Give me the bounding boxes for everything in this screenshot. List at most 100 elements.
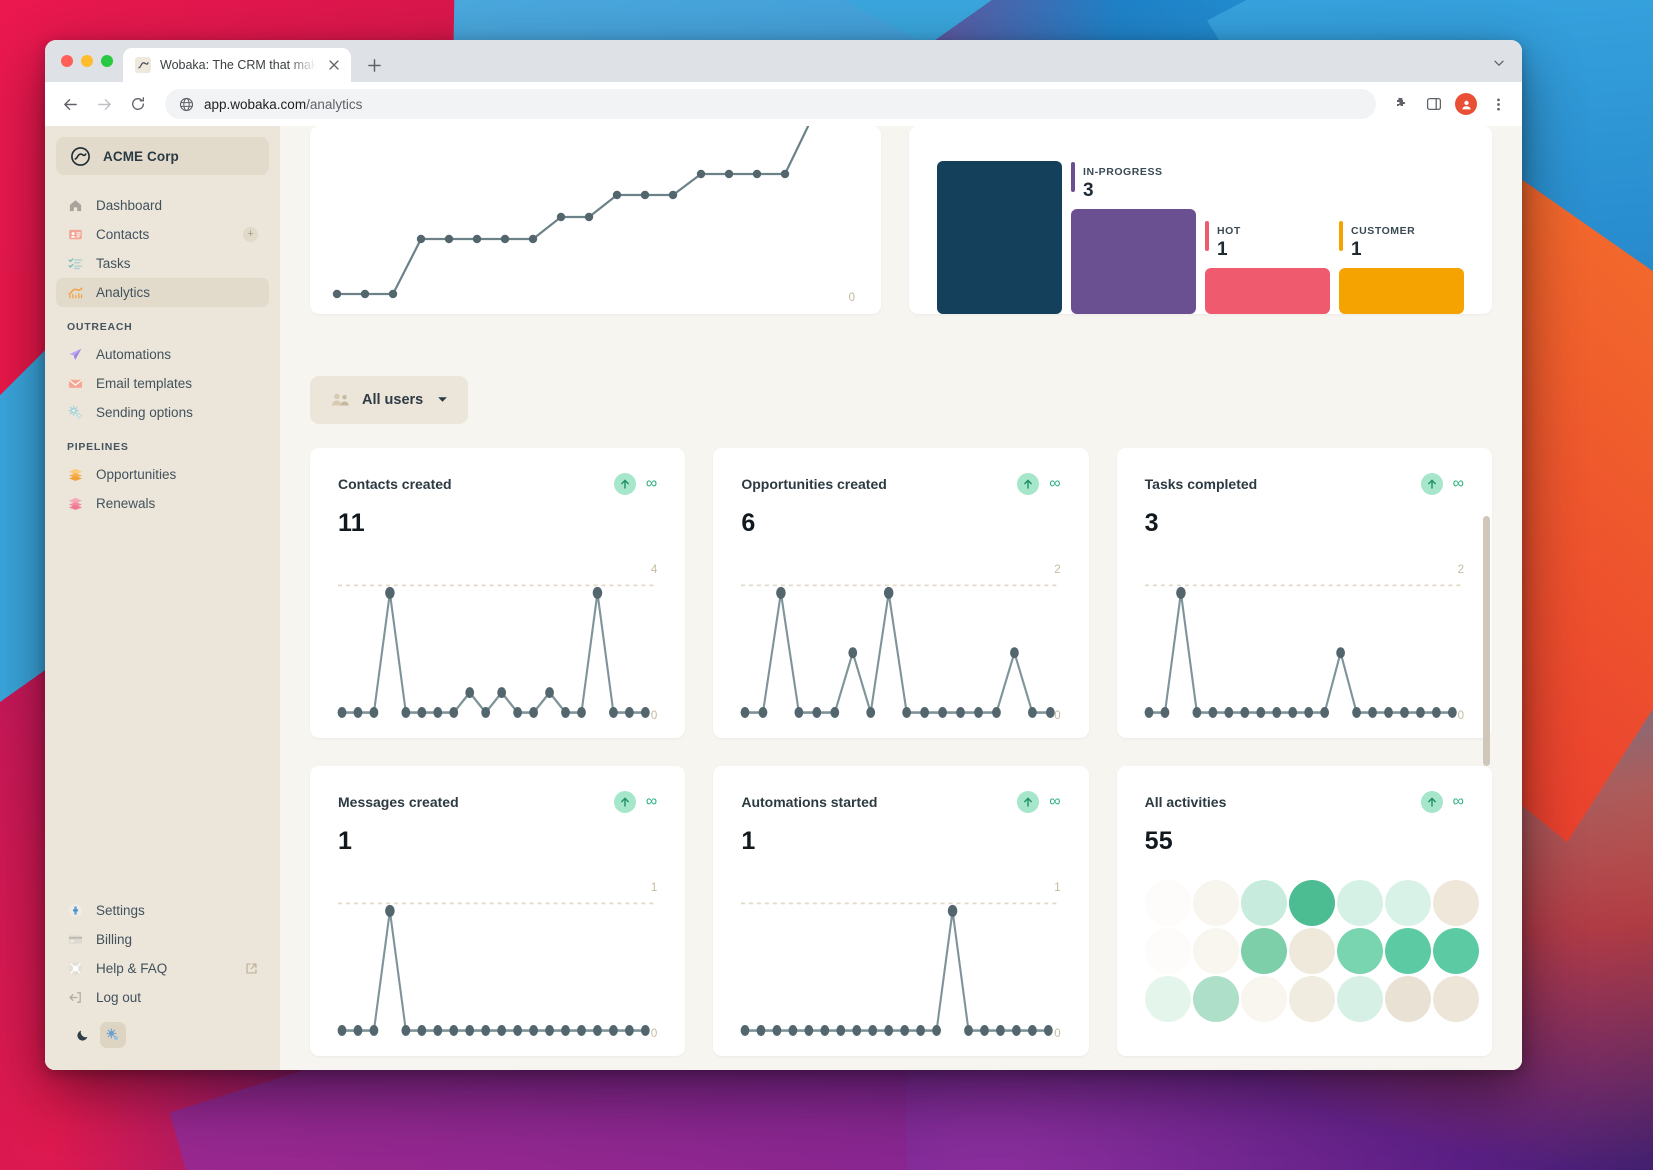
side-panel-icon[interactable] (1420, 90, 1448, 118)
pipeline-stage[interactable] (937, 126, 1062, 314)
sidebar-item-sending-options[interactable]: Sending options (56, 398, 269, 427)
stat-card-title: Contacts created (338, 476, 452, 492)
infinity-icon[interactable]: ∞ (1049, 794, 1060, 810)
contact-card-icon (67, 227, 83, 243)
org-name: ACME Corp (103, 148, 179, 164)
activity-heatmap-cell[interactable] (1336, 976, 1383, 1022)
sidebar-item-tasks[interactable]: Tasks (56, 249, 269, 278)
minimize-window-button[interactable] (81, 55, 93, 67)
infinity-icon[interactable]: ∞ (646, 794, 657, 810)
sidebar-item-dashboard[interactable]: Dashboard (56, 191, 269, 220)
content-scrollbar[interactable] (1483, 516, 1490, 766)
stage-value: 1 (1351, 239, 1362, 261)
arrow-up-icon[interactable] (613, 473, 636, 495)
activity-heatmap-cell[interactable] (1240, 928, 1287, 974)
close-icon[interactable] (325, 56, 343, 74)
stage-value: 3 (1083, 180, 1094, 202)
moon-icon[interactable] (70, 1022, 96, 1048)
activity-heatmap-cell[interactable] (1432, 880, 1479, 926)
activity-heatmap-cell[interactable] (1336, 880, 1383, 926)
infinity-icon[interactable]: ∞ (1453, 794, 1464, 810)
theme-auto-icon[interactable] (100, 1022, 126, 1048)
profile-avatar-icon[interactable] (1455, 93, 1477, 115)
reload-icon[interactable] (123, 89, 153, 119)
activity-heatmap-cell[interactable] (1192, 976, 1239, 1022)
users-group-icon (330, 392, 350, 408)
sidebar-nav-main: Dashboard Contacts + Tasks Analytics (56, 191, 269, 307)
infinity-icon[interactable]: ∞ (646, 476, 657, 492)
puzzle-icon[interactable] (1388, 90, 1416, 118)
activity-heatmap-cell[interactable] (1144, 880, 1191, 926)
sidebar-item-contacts[interactable]: Contacts + (56, 220, 269, 249)
sidebar-item-label: Help & FAQ (96, 961, 168, 976)
logout-icon (67, 990, 83, 1006)
activity-heatmap-cell[interactable] (1288, 928, 1335, 974)
activity-heatmap-cell[interactable] (1432, 928, 1479, 974)
sidebar-item-automations[interactable]: Automations (56, 340, 269, 369)
sidebar-item-opportunities[interactable]: Opportunities (56, 460, 269, 489)
sidebar-item-settings[interactable]: Settings (56, 896, 269, 925)
activity-heatmap-cell[interactable] (1384, 976, 1431, 1022)
sidebar-item-billing[interactable]: Billing (56, 925, 269, 954)
stat-card-header: Contacts created ∞ (338, 473, 657, 495)
activity-heatmap-cell[interactable] (1144, 928, 1191, 974)
all-users-filter-dropdown[interactable]: All users (310, 376, 469, 424)
sidebar-item-help-faq[interactable]: Help & FAQ (56, 954, 269, 983)
sidebar-item-label: Dashboard (96, 198, 163, 213)
stat-card-actions: ∞ (613, 473, 657, 495)
infinity-icon[interactable]: ∞ (1453, 476, 1464, 492)
stage-label: CUSTOMER (1351, 225, 1416, 238)
stage-color-mark (1205, 221, 1209, 252)
org-switcher[interactable]: ACME Corp (56, 137, 269, 175)
activity-heatmap-cell[interactable] (1192, 928, 1239, 974)
infinity-icon[interactable]: ∞ (1049, 476, 1060, 492)
sidebar-item-log-out[interactable]: Log out (56, 983, 269, 1012)
activity-heatmap-cell[interactable] (1144, 976, 1191, 1022)
kebab-menu-icon[interactable] (1484, 90, 1512, 118)
activity-heatmap-cell[interactable] (1288, 976, 1335, 1022)
sidebar-item-analytics[interactable]: Analytics (56, 278, 269, 307)
arrow-up-icon[interactable] (1420, 473, 1443, 495)
arrow-up-icon[interactable] (1420, 791, 1443, 813)
browser-tab[interactable]: Wobaka: The CRM that makes (123, 48, 351, 82)
chevron-down-icon[interactable] (1486, 50, 1512, 76)
arrow-up-icon[interactable] (613, 791, 636, 813)
close-window-button[interactable] (61, 55, 73, 67)
activity-heatmap-cell[interactable] (1240, 976, 1287, 1022)
arrow-left-icon[interactable] (55, 89, 85, 119)
address-bar[interactable]: app.wobaka.com/analytics (165, 89, 1376, 119)
caret-down-icon (437, 395, 448, 406)
stage-label: HOT (1217, 225, 1241, 238)
sparkline-automations-started: 1 0 (740, 876, 1061, 1040)
pipeline-stage-header: IN-PROGRESS 3 (1071, 162, 1196, 202)
stat-card-header: Tasks completed ∞ (1145, 473, 1464, 495)
pipeline-stage[interactable]: CUSTOMER 1 (1339, 126, 1464, 314)
activity-heatmap-cell[interactable] (1336, 928, 1383, 974)
arrow-up-icon[interactable] (1017, 473, 1040, 495)
pipeline-stage[interactable]: HOT 1 (1205, 126, 1330, 314)
sparkline-tasks-completed: 2 0 (1144, 558, 1464, 722)
activity-heatmap-cell[interactable] (1240, 880, 1287, 926)
stack-pink-icon (67, 496, 83, 512)
new-tab-button[interactable] (360, 51, 388, 79)
envelope-icon (67, 376, 83, 392)
sidebar-item-label: Sending options (96, 405, 193, 420)
arrow-right-icon[interactable] (89, 89, 119, 119)
pipeline-stage-header: CUSTOMER 1 (1339, 221, 1464, 261)
activity-heatmap-cell[interactable] (1432, 976, 1479, 1022)
stat-cards-grid: Contacts created ∞ 11 4 0 Opportunities … (310, 448, 1492, 1056)
sidebar-item-email-templates[interactable]: Email templates (56, 369, 269, 398)
activity-heatmap-cell[interactable] (1192, 880, 1239, 926)
stage-value: 1 (1217, 239, 1228, 261)
stat-card-title: Opportunities created (741, 476, 887, 492)
stat-card-actions: ∞ (613, 791, 657, 813)
sidebar-item-renewals[interactable]: Renewals (56, 489, 269, 518)
activity-heatmap-cell[interactable] (1384, 880, 1431, 926)
activity-heatmap-cell[interactable] (1384, 928, 1431, 974)
pipeline-stage[interactable]: IN-PROGRESS 3 (1071, 126, 1196, 314)
maximize-window-button[interactable] (101, 55, 113, 67)
add-contact-button[interactable]: + (243, 227, 258, 242)
activity-heatmap-cell[interactable] (1288, 880, 1335, 926)
arrow-up-icon[interactable] (1017, 791, 1040, 813)
external-link-icon (245, 962, 258, 975)
